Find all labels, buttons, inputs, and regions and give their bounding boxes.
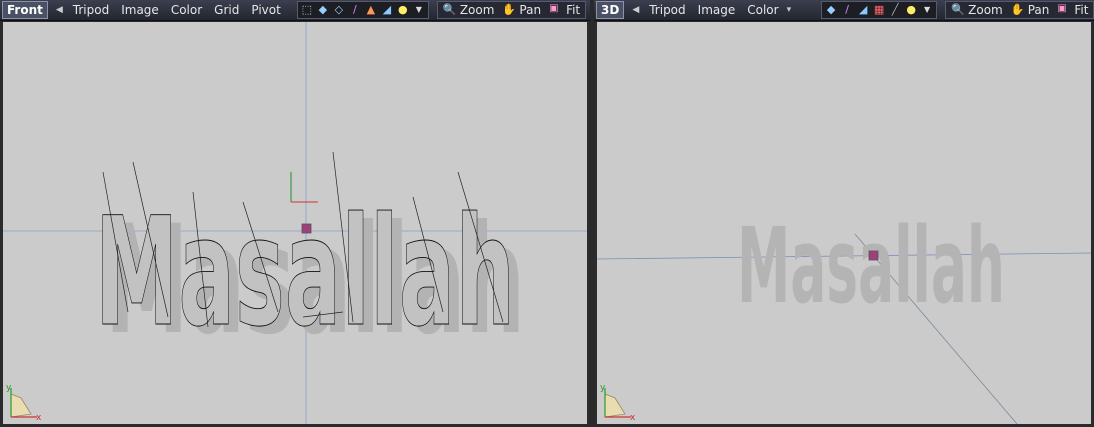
menu-more-icon[interactable]: ▾	[785, 5, 796, 15]
menu-pivot[interactable]: Pivot	[245, 0, 286, 20]
magnifier-icon: 🔍	[442, 3, 457, 16]
display-tools-group: ◆ / ◢ ▦ ╱ ● ▼	[821, 1, 938, 19]
back-arrow-icon[interactable]: ◀	[48, 5, 67, 15]
select-icon[interactable]: ⬚	[300, 3, 314, 17]
front-canvas[interactable]: Masallah Masallah y x	[3, 22, 587, 424]
fit-icon: ▣	[549, 3, 559, 14]
pan-button[interactable]: ✋ Pan	[499, 3, 544, 17]
axis-tripod: y x	[6, 383, 42, 423]
viewport-name-button[interactable]: 3D	[596, 1, 625, 19]
wireframe-icon[interactable]: ◇	[332, 3, 346, 17]
checker-icon[interactable]: ▦	[872, 3, 886, 17]
pan-button[interactable]: ✋ Pan	[1008, 3, 1053, 17]
front-scene: Masallah Masallah y x	[3, 22, 587, 424]
fit-icon: ▣	[1057, 3, 1067, 14]
dropdown-arrow-icon[interactable]: ▼	[920, 3, 934, 17]
fit-button[interactable]: ▣ Fit	[546, 3, 583, 17]
light-icon[interactable]: ●	[904, 3, 918, 17]
viewport-name-button[interactable]: Front	[2, 1, 48, 19]
navigation-group: 🔍 Zoom ✋ Pan ▣ Fit	[945, 1, 1094, 19]
axis-tripod: y x	[600, 383, 636, 423]
solid-shade-icon[interactable]: ◆	[316, 3, 330, 17]
menu-image[interactable]: Image	[115, 0, 165, 20]
menu-tripod[interactable]: Tripod	[643, 0, 691, 20]
axis-x-label: x	[630, 413, 636, 423]
zoom-button[interactable]: 🔍 Zoom	[440, 3, 498, 17]
axis-y-label: y	[600, 383, 606, 393]
3d-viewport-toolbar: 3D ◀ Tripod Image Color ▾ ◆ / ◢ ▦ ╱ ● ▼ …	[594, 0, 1094, 21]
pivot-marker[interactable]	[868, 250, 879, 261]
menu-color[interactable]: Color	[165, 0, 208, 20]
3d-canvas[interactable]: Masallah y x	[597, 22, 1091, 424]
scene-text-3d: Masallah	[737, 205, 1005, 327]
menu-image[interactable]: Image	[692, 0, 742, 20]
fit-button[interactable]: ▣ Fit	[1054, 3, 1091, 17]
magnifier-icon: 🔍	[951, 3, 965, 16]
texture-icon[interactable]: ◢	[380, 3, 394, 17]
zoom-button[interactable]: 🔍 Zoom	[948, 3, 1006, 17]
brush-icon[interactable]: /	[348, 3, 362, 17]
front-viewport-toolbar: Front ◀ Tripod Image Color Grid Pivot ⬚ …	[0, 0, 608, 21]
hand-icon: ✋	[1010, 3, 1025, 16]
menu-grid[interactable]: Grid	[208, 0, 245, 20]
menu-tripod[interactable]: Tripod	[67, 0, 115, 20]
hand-icon: ✋	[502, 3, 517, 16]
axis-x-label: x	[36, 413, 42, 423]
3d-viewport[interactable]: 3D ◀ Tripod Image Color ▾ ◆ / ◢ ▦ ╱ ● ▼ …	[594, 0, 1094, 427]
dropdown-arrow-icon[interactable]: ▼	[412, 3, 426, 17]
axis-y-label: y	[6, 383, 12, 393]
3d-scene: Masallah y x	[597, 205, 1091, 424]
navigation-group: 🔍 Zoom ✋ Pan ▣ Fit	[436, 1, 587, 19]
pivot-marker[interactable]	[301, 223, 312, 234]
front-viewport[interactable]: Front ◀ Tripod Image Color Grid Pivot ⬚ …	[0, 0, 608, 427]
menu-color[interactable]: Color	[741, 0, 784, 20]
edge-icon[interactable]: ╱	[888, 3, 902, 17]
back-arrow-icon[interactable]: ◀	[624, 5, 643, 15]
texture-icon[interactable]: ◢	[856, 3, 870, 17]
light-icon[interactable]: ●	[396, 3, 410, 17]
display-tools-group: ⬚ ◆ ◇ / ▲ ◢ ● ▼	[296, 1, 429, 19]
solid-shade-icon[interactable]: ◆	[824, 3, 838, 17]
color-icon[interactable]: ▲	[364, 3, 378, 17]
brush-icon[interactable]: /	[840, 3, 854, 17]
